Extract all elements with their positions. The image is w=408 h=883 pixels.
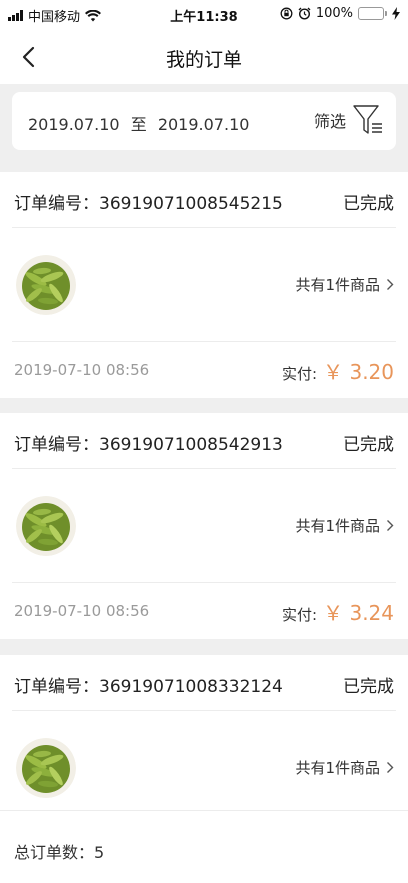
rotation-lock-icon (280, 7, 293, 20)
paid-amount-group: 实付: ￥ 3.20 (282, 356, 394, 385)
product-thumbnail (16, 496, 76, 556)
chevron-right-icon (387, 762, 394, 773)
product-thumbnail (16, 255, 76, 315)
paid-amount-group: 实付: ￥ 3.24 (282, 597, 394, 626)
total-orders-label: 总订单数： (14, 843, 95, 862)
end-date: 2019.07.10 (157, 115, 250, 134)
paid-amount: ￥ 3.20 (323, 360, 394, 384)
chevron-right-icon (387, 279, 394, 290)
goods-count-label: 共有1件商品 (295, 759, 380, 777)
order-time: 2019-07-10 08:56 (14, 602, 150, 620)
order-number-label: 订单编号： (14, 677, 99, 697)
charging-icon (392, 7, 400, 20)
goods-count: 共有1件商品 (295, 274, 394, 295)
chevron-right-icon (387, 520, 394, 531)
order-status: 已完成 (343, 677, 394, 697)
order-card[interactable]: 订单编号：36919071008545215 已完成 共有1件商品 2019-0… (0, 172, 408, 398)
paid-amount: ￥ 3.24 (323, 601, 394, 625)
order-goods-row[interactable]: 共有1件商品 (12, 469, 396, 583)
page-title: 我的订单 (165, 49, 242, 71)
order-number-value: 36919071008542913 (99, 435, 283, 455)
status-bar: 中国移动 上午11:38 100% (0, 0, 408, 30)
order-number: 订单编号：36919071008542913 (14, 430, 283, 455)
order-footer: 2019-07-10 08:56 实付: ￥ 3.24 (12, 583, 396, 639)
order-number-label: 订单编号： (14, 194, 99, 214)
order-number-label: 订单编号： (14, 435, 99, 455)
date-range[interactable]: 2019.07.10 至 2019.07.10 (28, 111, 255, 135)
order-number: 订单编号：36919071008332124 (14, 672, 283, 697)
goods-count: 共有1件商品 (295, 757, 394, 778)
paid-label: 实付: (282, 606, 318, 624)
date-filter-bar: 2019.07.10 至 2019.07.10 筛选 (12, 92, 396, 150)
funnel-icon (353, 105, 382, 134)
order-header: 订单编号：36919071008332124 已完成 (12, 655, 396, 711)
order-number-value: 36919071008332124 (99, 677, 283, 697)
goods-count-label: 共有1件商品 (295, 276, 380, 294)
goods-count-label: 共有1件商品 (295, 517, 380, 535)
order-header: 订单编号：36919071008545215 已完成 (12, 172, 396, 228)
order-number: 订单编号：36919071008545215 (14, 189, 283, 214)
order-header: 订单编号：36919071008542913 已完成 (12, 413, 396, 469)
filter-button[interactable]: 筛选 (314, 103, 384, 137)
status-right: 100% (280, 6, 400, 21)
order-footer: 2019-07-10 08:56 实付: ￥ 3.20 (12, 342, 396, 398)
battery-percent: 100% (315, 6, 353, 21)
order-goods-row[interactable]: 共有1件商品 (12, 228, 396, 342)
order-card[interactable]: 订单编号：36919071008542913 已完成 共有1件商品 2019-0… (0, 413, 408, 639)
order-number-value: 36919071008545215 (99, 194, 283, 214)
goods-count: 共有1件商品 (295, 515, 394, 536)
product-thumbnail (16, 738, 76, 798)
filter-label: 筛选 (313, 112, 346, 131)
nav-bar: 我的订单 (0, 30, 408, 84)
order-status: 已完成 (343, 194, 394, 214)
order-card[interactable]: 订单编号：36919071008332124 已完成 共有1件商品 (0, 655, 408, 810)
order-summary-bar: 总订单数：5 (0, 810, 408, 883)
alarm-icon (298, 7, 311, 20)
total-orders-count: 5 (94, 843, 105, 862)
battery-icon (358, 7, 387, 20)
paid-label: 实付: (282, 365, 318, 383)
order-goods-row[interactable]: 共有1件商品 (12, 711, 396, 810)
date-separator: 至 (130, 115, 147, 134)
start-date: 2019.07.10 (28, 115, 120, 134)
order-time: 2019-07-10 08:56 (14, 361, 150, 379)
order-status: 已完成 (343, 435, 394, 455)
total-orders: 总订单数：5 (14, 839, 104, 863)
filter-area: 2019.07.10 至 2019.07.10 筛选 (0, 84, 408, 172)
